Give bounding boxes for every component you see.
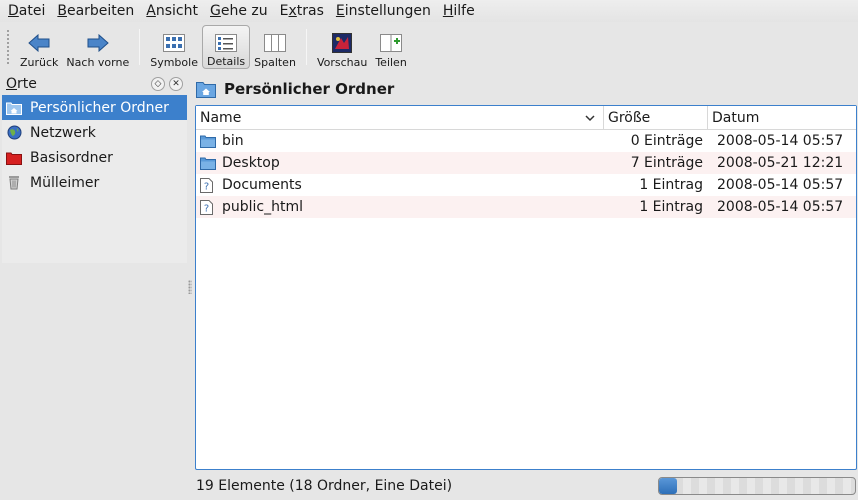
file-size: 7 Einträge [630,155,703,171]
file-date: 2008-05-14 05:57 [717,133,844,149]
icon-grid-icon [162,31,186,54]
menu-gehe-zu[interactable]: Gehe zu [204,0,274,22]
location-title: Persönlicher Ordner [224,80,395,98]
places-panel-header: Orte ◇ ✕ [2,74,187,94]
toolbar-separator [305,29,307,65]
file-date: 2008-05-14 05:57 [717,177,844,193]
home-folder-icon [196,82,216,98]
disk-space-bar[interactable] [658,477,856,495]
arrow-right-icon [86,31,110,54]
file-name: bin [222,133,244,149]
menu-einstellungen[interactable]: Einstellungen [330,0,437,22]
root-folder-icon [6,150,22,166]
back-button[interactable]: Zurück [16,25,62,69]
status-text: 19 Elemente (18 Ordner, Eine Datei) [196,478,453,494]
table-row[interactable]: ? Documents 1 Eintrag 2008-05-14 05:57 [196,174,856,196]
file-date: 2008-05-14 05:57 [717,199,844,215]
details-view-button[interactable]: Details [201,25,251,69]
table-row[interactable]: ? public_html 1 Eintrag 2008-05-14 05:57 [196,196,856,218]
trash-icon [6,175,22,191]
unknown-file-icon: ? [200,177,218,193]
svg-text:?: ? [204,181,209,192]
toolbar-grip-handle[interactable] [6,29,10,65]
menu-ansicht[interactable]: Ansicht [140,0,204,22]
file-name: Desktop [222,155,280,171]
main-toolbar: Zurück Nach vorne Symbole Details Spalte… [0,24,858,70]
place-item-network[interactable]: Netzwerk [2,120,187,145]
place-item-trash[interactable]: Mülleimer [2,170,187,195]
columns-view-button[interactable]: Spalten [250,25,300,69]
split-add-icon [379,31,403,54]
preview-image-icon [330,31,354,54]
file-name: Documents [222,177,302,193]
float-panel-icon[interactable]: ◇ [151,77,165,91]
network-globe-icon [6,125,22,141]
menu-bar: Datei Bearbeiten Ansicht Gehe zu Extras … [0,0,858,22]
file-name: public_html [222,199,304,215]
file-size: 0 Einträge [630,133,703,149]
icons-view-button[interactable]: Symbole [146,25,202,69]
columns-icon [263,31,287,54]
panel-splitter-handle[interactable] [188,280,192,294]
column-header-name[interactable]: Name [196,106,603,130]
places-panel-title: Orte [6,76,37,92]
file-size: 1 Eintrag [639,199,703,215]
arrow-left-icon [27,31,51,54]
places-list: Persönlicher Ordner Netzwerk Basisordner… [2,95,187,263]
menu-bearbeiten[interactable]: Bearbeiten [51,0,140,22]
forward-button[interactable]: Nach vorne [62,25,133,69]
menu-datei[interactable]: Datei [2,0,51,22]
svg-text:?: ? [204,203,209,214]
chevron-down-icon [585,111,595,125]
menu-hilfe[interactable]: Hilfe [437,0,481,22]
column-header-size[interactable]: Größe [603,105,707,130]
column-headers: Name Größe Datum [196,105,856,130]
unknown-file-icon: ? [200,199,218,215]
place-item-root[interactable]: Basisordner [2,145,187,170]
split-view-button[interactable]: Teilen [371,25,410,69]
folder-icon [200,133,218,149]
place-item-home[interactable]: Persönlicher Ordner [2,95,187,120]
preview-button[interactable]: Vorschau [313,25,371,69]
file-size: 1 Eintrag [639,177,703,193]
home-folder-icon [6,100,22,116]
close-icon[interactable]: ✕ [169,77,183,91]
status-bar: 19 Elemente (18 Ordner, Eine Datei) [196,476,856,496]
file-list-view[interactable]: Name Größe Datum bin 0 Einträge 2008-05-… [195,105,857,470]
folder-icon [200,155,218,171]
file-date: 2008-05-21 12:21 [717,155,844,171]
column-header-date[interactable]: Datum [707,105,856,130]
table-row[interactable]: Desktop 7 Einträge 2008-05-21 12:21 [196,152,856,174]
toolbar-separator [139,29,141,65]
location-bar: Persönlicher Ordner [196,78,394,100]
details-list-icon [214,32,238,53]
table-row[interactable]: bin 0 Einträge 2008-05-14 05:57 [196,130,856,152]
disk-space-fill [659,478,677,494]
menu-extras[interactable]: Extras [274,0,330,22]
